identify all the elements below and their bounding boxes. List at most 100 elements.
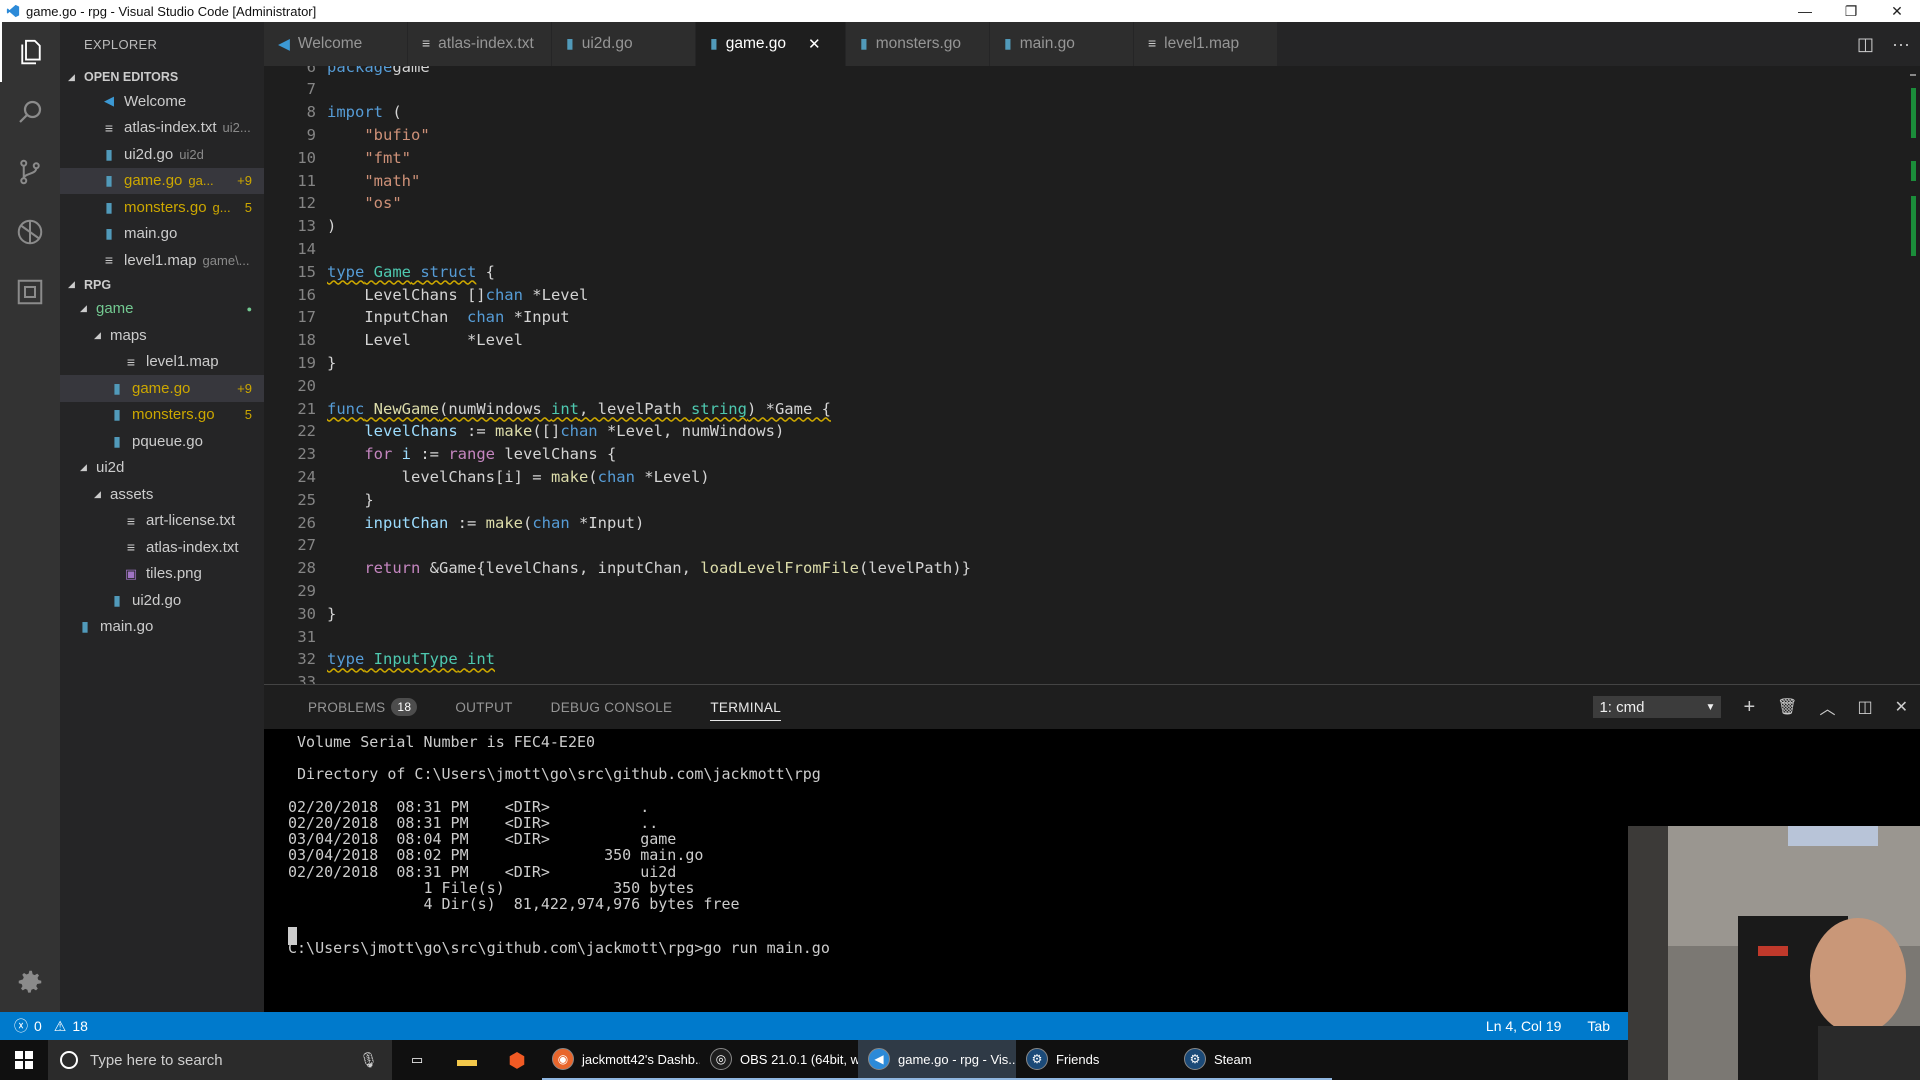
debug-activity[interactable] — [0, 202, 60, 262]
tree-file[interactable]: ≡ level1.map — [60, 349, 264, 376]
cursor-position[interactable]: Ln 4, Col 19 — [1486, 1018, 1562, 1034]
go-file-icon: ▮ — [113, 379, 121, 396]
tab-output[interactable]: OUTPUT — [455, 685, 512, 729]
go-file-icon: ▮ — [113, 406, 121, 423]
chevron-down-icon: ◢ — [94, 488, 101, 499]
indentation[interactable]: Tab — [1587, 1018, 1610, 1034]
code-line: 27 — [264, 534, 316, 557]
open-editor-item[interactable]: ≡ atlas-index.txt ui2... — [60, 115, 264, 142]
editor-tab[interactable]: ≡ level1.map — [1134, 22, 1278, 66]
code-text: LevelChans []chan *Level — [327, 286, 588, 304]
taskbar-app[interactable]: ◀ game.go - rpg - Vis... — [858, 1040, 1016, 1080]
open-editor-item[interactable]: ▮ monsters.go g... 5 — [60, 194, 264, 221]
open-editor-item[interactable]: ▮ main.go — [60, 221, 264, 248]
close-panel-icon[interactable]: ✕ — [1895, 697, 1908, 717]
project-header[interactable]: ◢ RPG — [60, 274, 264, 296]
problems-status[interactable]: ⓧ 0 ⚠ 18 — [0, 1016, 88, 1036]
activity-bar — [0, 22, 60, 1012]
editor-tab[interactable]: ▮ monsters.go — [846, 22, 990, 66]
manage-activity[interactable] — [0, 952, 60, 1012]
editor-tab[interactable]: ▮ main.go — [990, 22, 1134, 66]
brave-button[interactable]: ⬢ — [492, 1040, 542, 1080]
task-view-button[interactable]: ▭ — [392, 1040, 442, 1080]
go-file-icon: ▮ — [113, 591, 121, 608]
tree-file[interactable]: ▮ ui2d.go — [60, 587, 264, 614]
taskbar-app[interactable]: ⚙ Friends — [1016, 1040, 1174, 1080]
start-button[interactable] — [0, 1040, 48, 1080]
error-count: 0 — [34, 1018, 42, 1034]
taskbar-app[interactable]: ◉ jackmott42's Dashb... — [542, 1040, 700, 1080]
tree-file[interactable]: ▣ tiles.png — [60, 561, 264, 588]
code-token: *Level — [522, 285, 589, 304]
status-right: Ln 4, Col 19 Tab — [1486, 1018, 1610, 1034]
editor-tab[interactable]: ▮ game.go ✕ — [696, 22, 846, 66]
split-editor-icon[interactable]: ◫ — [1857, 34, 1874, 55]
editor-tab[interactable]: ▮ ui2d.go — [552, 22, 696, 66]
tree-item-name: ui2d.go — [132, 591, 182, 609]
code-token: chan — [597, 467, 635, 486]
line-number: 18 — [297, 331, 316, 350]
maximize-panel-icon[interactable]: ◫ — [1857, 697, 1872, 717]
microphone-icon[interactable]: 🎙 — [359, 1051, 378, 1069]
tab-problems[interactable]: PROBLEMS 18 — [308, 685, 418, 729]
open-editor-item[interactable]: ▮ ui2d.go ui2d — [60, 141, 264, 168]
tree-folder[interactable]: ◢ assets — [60, 481, 264, 508]
explorer-activity[interactable] — [0, 22, 60, 82]
tree-file[interactable]: ▮ game.go +9 — [60, 375, 264, 402]
search-activity[interactable] — [0, 82, 60, 142]
code-line: 21 func NewGame(numWindows int, levelPath… — [264, 397, 831, 420]
more-actions-icon[interactable]: ··· — [1892, 34, 1910, 55]
open-editor-item[interactable]: ◀ Welcome — [60, 88, 264, 115]
tab-icon-wrap: ▮ — [566, 35, 574, 53]
extensions-icon — [17, 279, 43, 305]
taskbar-search[interactable]: Type here to search 🎙 — [48, 1040, 392, 1080]
taskbar-apps: ◉ jackmott42's Dashb... ◎ OBS 21.0.1 (64bit… — [542, 1040, 1332, 1080]
line-number: 33 — [297, 673, 316, 684]
open-editors-header[interactable]: ◢ OPEN EDITORS — [60, 66, 264, 88]
source-control-activity[interactable] — [0, 142, 60, 202]
tree-folder[interactable]: ◢ game ● — [60, 296, 264, 323]
tree-file[interactable]: ≡ art-license.txt — [60, 508, 264, 535]
tab-debug-console-label: DEBUG CONSOLE — [550, 699, 673, 715]
file-explorer-button[interactable]: ▬ — [442, 1040, 492, 1080]
editor-tab[interactable]: ≡ atlas-index.txt — [408, 22, 552, 66]
terminal-select[interactable]: 1: cmd ▼ — [1593, 696, 1722, 718]
close-tab-icon[interactable]: ✕ — [808, 35, 821, 53]
taskbar-app[interactable]: ⚙ Steam — [1174, 1040, 1332, 1080]
close-window-button[interactable]: ✕ — [1874, 0, 1920, 22]
file-icon-wrap: ◀ — [100, 93, 118, 109]
go-file-icon: ▮ — [105, 145, 113, 162]
chevron-down-icon: ◢ — [94, 329, 101, 340]
tree-file[interactable]: ▮ pqueue.go — [60, 428, 264, 455]
code-text: inputChan := make(chan *Input) — [327, 514, 644, 532]
gear-icon — [18, 970, 42, 993]
code-line: 18 Level *Level — [264, 329, 523, 352]
tree-file[interactable]: ▮ monsters.go 5 — [60, 402, 264, 429]
line-number: 17 — [297, 308, 316, 327]
tree-file[interactable]: ≡ atlas-index.txt — [60, 534, 264, 561]
code-editor[interactable]: 6 packagegame 7 8 import (9 "bufio" 10 "fmt" 1… — [264, 66, 1920, 684]
chevron-up-icon[interactable]: ︿ — [1819, 695, 1835, 719]
minimize-button[interactable]: — — [1782, 0, 1828, 22]
code-line: 17 InputChan chan *Input — [264, 306, 569, 329]
trash-icon[interactable]: 🗑 — [1777, 697, 1797, 717]
extensions-activity[interactable] — [0, 262, 60, 322]
overview-ruler — [1910, 74, 1916, 256]
code-line: 10 "fmt" — [264, 146, 411, 169]
taskbar-app[interactable]: ◎ OBS 21.0.1 (64bit, w... — [700, 1040, 858, 1080]
tree-folder[interactable]: ◢ maps — [60, 322, 264, 349]
code-text: "os" — [327, 194, 401, 212]
tab-debug-console[interactable]: DEBUG CONSOLE — [551, 685, 673, 729]
tree-file[interactable]: ▮ main.go — [60, 614, 264, 641]
restore-button[interactable]: ❐ — [1828, 0, 1874, 22]
code-token: levelChans — [364, 422, 458, 441]
open-editor-item[interactable]: ≡ level1.map game\... — [60, 247, 264, 274]
open-editor-item[interactable]: ▮ game.go ga... +9 — [60, 167, 264, 194]
tab-terminal[interactable]: TERMINAL — [710, 685, 781, 729]
tree-folder[interactable]: ◢ ui2d — [60, 455, 264, 482]
code-token: chan — [532, 513, 570, 532]
new-terminal-icon[interactable]: + — [1743, 696, 1755, 719]
editor-tab[interactable]: ◀ Welcome — [264, 22, 408, 66]
code-text: InputChan chan *Input — [327, 308, 569, 326]
